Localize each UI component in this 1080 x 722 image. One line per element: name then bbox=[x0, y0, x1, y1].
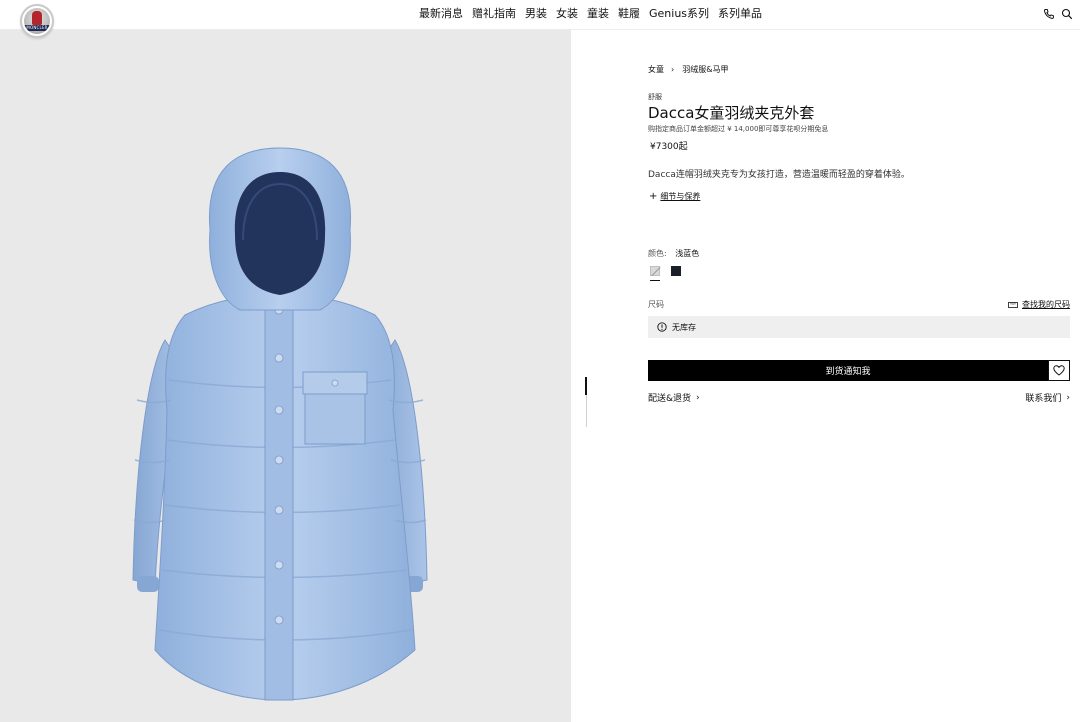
nav-item-shoes[interactable]: 鞋履 bbox=[618, 7, 640, 21]
nav-item-men[interactable]: 男装 bbox=[525, 7, 547, 21]
nav-item-kids[interactable]: 童装 bbox=[587, 7, 609, 21]
nav-item-gifts[interactable]: 赠礼指南 bbox=[472, 7, 516, 21]
size-guide-link[interactable]: 查找我的尺码 bbox=[1008, 299, 1070, 310]
stock-status-text: 无库存 bbox=[672, 322, 696, 332]
contact-us-label: 联系我们 bbox=[1025, 394, 1062, 404]
product-title: Dacca女童羽绒夹克外套 bbox=[648, 104, 815, 122]
swatch-navy[interactable] bbox=[671, 266, 681, 276]
logo-wordmark: MONCLER bbox=[24, 25, 50, 31]
contact-us-link[interactable]: 联系我们 › bbox=[1025, 391, 1070, 405]
promo-text: 购指定商品订单金额超过 ¥ 14,000即可尊享花呗分期免息 bbox=[648, 125, 829, 133]
product-image-panel bbox=[0, 30, 571, 722]
main-nav: 最新消息 赠礼指南 男装 女装 童装 鞋履 Genius系列 系列单品 bbox=[419, 7, 771, 21]
color-label: 颜色: bbox=[648, 249, 667, 258]
size-guide-label: 查找我的尺码 bbox=[1022, 300, 1070, 309]
details-toggle[interactable]: + 细节与保养 bbox=[649, 191, 700, 202]
gallery-scroll-indicator[interactable] bbox=[585, 377, 587, 395]
search-icon[interactable] bbox=[1061, 8, 1073, 20]
swatch-light-blue[interactable] bbox=[650, 266, 660, 276]
chevron-right-icon: › bbox=[671, 65, 675, 74]
swatch-selected-indicator bbox=[650, 280, 660, 281]
product-description: Dacca连帽羽绒夹克专为女孩打造，营造温暖而轻盈的穿着体验。 bbox=[648, 170, 910, 180]
ruler-icon bbox=[1008, 301, 1018, 308]
logo-crest-icon bbox=[32, 11, 42, 25]
size-label: 尺码 bbox=[648, 300, 664, 309]
details-label: 细节与保养 bbox=[660, 192, 701, 201]
nav-item-genius[interactable]: Genius系列 bbox=[649, 7, 709, 21]
shipping-returns-link[interactable]: 配送&退货 › bbox=[648, 391, 700, 405]
notify-me-button[interactable]: 到货通知我 bbox=[648, 360, 1048, 381]
shipping-returns-label: 配送&退货 bbox=[648, 394, 692, 404]
stock-status-box: 无库存 bbox=[648, 316, 1070, 338]
breadcrumb-item-category[interactable]: 羽绒服&马甲 bbox=[682, 64, 728, 75]
heart-icon bbox=[1053, 365, 1065, 376]
chevron-right-icon: › bbox=[1066, 392, 1070, 403]
logo-emblem: MONCLER bbox=[24, 8, 50, 34]
nav-item-new[interactable]: 最新消息 bbox=[419, 7, 463, 21]
wishlist-button[interactable] bbox=[1048, 360, 1070, 381]
chevron-right-icon: › bbox=[696, 392, 700, 403]
plus-icon: + bbox=[649, 190, 658, 202]
color-value: 浅蓝色 bbox=[675, 249, 700, 258]
brand-logo[interactable]: MONCLER bbox=[20, 4, 54, 38]
info-icon bbox=[657, 322, 667, 332]
breadcrumb-item-girls[interactable]: 女童 bbox=[648, 64, 664, 75]
product-image[interactable] bbox=[125, 110, 435, 710]
nav-item-collections[interactable]: 系列单品 bbox=[718, 7, 762, 21]
phone-icon[interactable] bbox=[1043, 8, 1055, 20]
breadcrumb: 女童 › 羽绒服&马甲 bbox=[648, 64, 728, 75]
product-price: ¥7300起 bbox=[650, 142, 688, 152]
site-header: MONCLER 最新消息 赠礼指南 男装 女装 童装 鞋履 Genius系列 系… bbox=[0, 0, 1080, 38]
color-selector-label: 颜色: 浅蓝色 bbox=[648, 248, 699, 259]
nav-item-women[interactable]: 女装 bbox=[556, 7, 578, 21]
product-badge: 舒服 bbox=[648, 93, 662, 101]
